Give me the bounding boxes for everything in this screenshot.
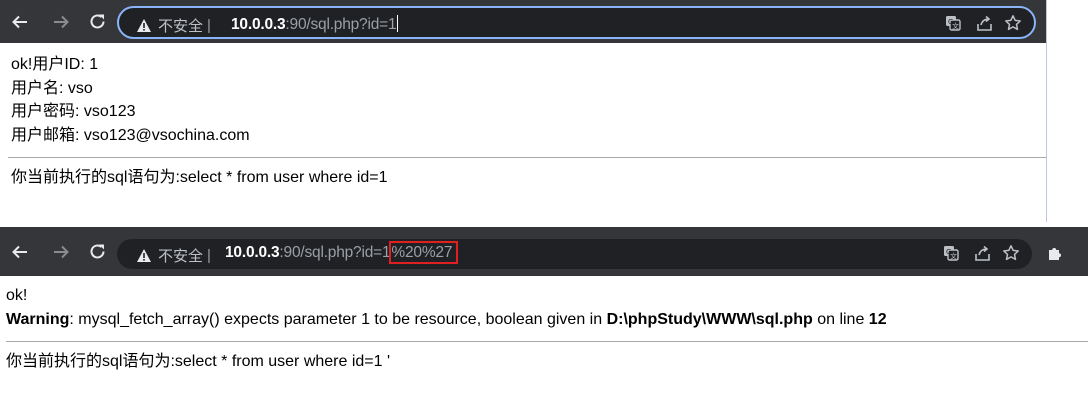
ok-line: ok! [6,287,28,304]
url-path: :90/sql.php?id=1 [279,244,391,261]
browser-window-injected-query: 不安全 | 10.0.0.3:90/sql.php?id=1%20%27 G文 … [0,227,1088,417]
warning-line-number: 12 [868,310,887,328]
url-separator: | [207,247,211,264]
share-icon[interactable] [972,243,992,263]
svg-text:文: 文 [950,252,957,261]
warning-file-path: D:\phpStudy\WWW\sql.php [606,310,813,328]
horizontal-rule [6,341,1088,342]
security-chip[interactable]: 不安全 | [136,15,217,36]
sql-statement-line: 你当前执行的sql语句为:select * from user where id… [11,169,388,186]
address-bar[interactable]: 不安全 | 10.0.0.3:90/sql.php?id=1 G文 [117,6,1036,39]
bookmark-star-icon[interactable] [1003,13,1023,33]
browser-window-normal-query: 不安全 | 10.0.0.3:90/sql.php?id=1 G文 ok!用户I… [0,0,1047,222]
injected-payload-highlight: %20%27 [389,241,459,264]
svg-text:文: 文 [952,22,959,31]
password-line: 用户密码: vso123 [11,103,136,120]
security-label: 不安全 [158,18,204,35]
translate-icon[interactable]: G文 [943,13,963,33]
url-text[interactable]: 10.0.0.3:90/sql.php?id=1%20%27 [225,241,459,264]
security-chip[interactable]: 不安全 | [136,245,217,266]
url-host: 10.0.0.3 [225,244,280,261]
back-icon[interactable] [9,241,31,263]
not-secure-warning-icon [137,249,151,262]
url-text[interactable]: 10.0.0.3:90/sql.php?id=1 [231,15,399,34]
url-path: :90/sql.php?id=1 [285,16,397,33]
share-icon[interactable] [974,13,994,33]
reload-icon[interactable] [87,241,109,263]
address-bar[interactable]: 不安全 | 10.0.0.3:90/sql.php?id=1%20%27 G文 [117,239,1032,269]
warning-label: Warning [6,310,70,328]
sql-statement-line: 你当前执行的sql语句为:select * from user where id… [6,353,391,370]
email-line: 用户邮箱: vso123@vsochina.com [11,126,250,144]
username-line: 用户名: vso [11,79,93,97]
php-warning-line: Warning: mysql_fetch_array() expects par… [0,308,1088,332]
ok-user-id-line: ok!用户ID: 1 [11,56,99,73]
browser-toolbar: 不安全 | 10.0.0.3:90/sql.php?id=1%20%27 G文 [0,227,1088,276]
forward-icon[interactable] [50,241,72,263]
horizontal-rule [8,157,1046,158]
url-separator: | [207,17,211,34]
translate-icon[interactable]: G文 [941,243,961,263]
bookmark-star-icon[interactable] [1001,243,1021,263]
text-caret [397,15,399,32]
reload-icon[interactable] [87,11,109,33]
back-icon[interactable] [9,11,31,33]
extensions-icon[interactable] [1045,243,1065,263]
security-label: 不安全 [158,248,204,265]
warning-message: : mysql_fetch_array() expects parameter … [69,310,607,328]
not-secure-warning-icon [137,19,151,32]
forward-icon[interactable] [50,11,72,33]
warning-on-line-text: on line [812,310,869,328]
browser-toolbar: 不安全 | 10.0.0.3:90/sql.php?id=1 G文 [0,0,1046,43]
page-content: ok! Warning: mysql_fetch_array() expects… [0,284,1088,374]
page-content: ok!用户ID: 1 用户名: vso 用户密码: vso123 用户邮箱: v… [0,53,1046,190]
url-host: 10.0.0.3 [231,16,286,33]
